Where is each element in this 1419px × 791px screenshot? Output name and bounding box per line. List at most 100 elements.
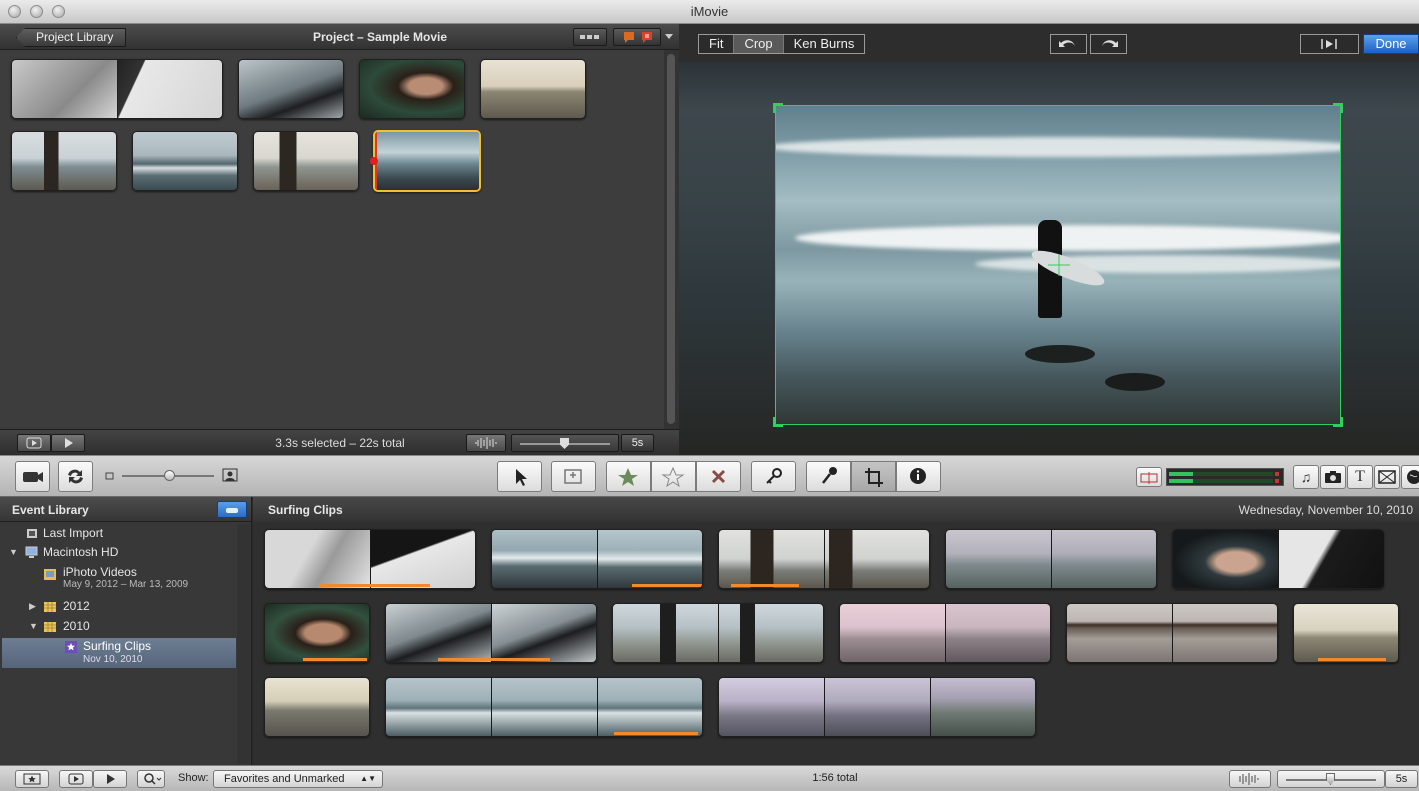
event-clip[interactable] [385, 603, 597, 663]
event-clip[interactable] [1066, 603, 1278, 663]
event-library-scrollbar[interactable] [237, 524, 250, 764]
project-clip-selected[interactable] [373, 130, 481, 192]
calendar-icon [44, 602, 56, 612]
disclosure-open-icon[interactable]: ▼ [9, 543, 18, 562]
project-scrollbar[interactable] [664, 50, 679, 430]
event-item-macintosh-hd[interactable]: ▼ Macintosh HD [0, 543, 236, 562]
keyword-button[interactable] [751, 461, 796, 492]
crop-handle-bottom-right[interactable] [1333, 417, 1343, 427]
voiceover-button[interactable] [806, 461, 851, 492]
search-button[interactable] [137, 770, 165, 788]
event-total-duration: 1:56 total [812, 772, 858, 784]
crop-handle-top-left[interactable] [773, 103, 783, 113]
zoom-window-button[interactable] [52, 5, 65, 18]
inspector-button[interactable] [896, 461, 941, 492]
event-item-last-import[interactable]: Last Import [0, 524, 236, 543]
project-library-button[interactable]: Project Library [16, 28, 127, 47]
play-fullscreen-button[interactable] [17, 434, 51, 452]
video-preview[interactable] [679, 62, 1419, 455]
disclosure-open-icon[interactable]: ▼ [29, 617, 38, 636]
event-item-2012[interactable]: ▶ 2012 [0, 597, 236, 616]
camera-import-button[interactable] [15, 461, 50, 492]
crop-tool-button[interactable] [851, 461, 896, 492]
rotate-left-button[interactable] [1050, 34, 1087, 54]
rotate-right-button[interactable] [1090, 34, 1127, 54]
event-clip[interactable] [945, 529, 1157, 589]
show-hide-drives-button[interactable] [217, 501, 247, 518]
project-clip[interactable] [11, 59, 223, 119]
project-clip[interactable] [253, 131, 359, 191]
new-event-button[interactable] [15, 770, 49, 788]
window-title: iMovie [690, 4, 729, 19]
filmstrip-view-button[interactable] [573, 28, 607, 46]
event-clip[interactable] [264, 529, 476, 589]
crop-handle-bottom-left[interactable] [773, 417, 783, 427]
event-clip[interactable] [385, 677, 703, 737]
play-event-fullscreen-button[interactable] [59, 770, 93, 788]
event-clip[interactable] [612, 603, 824, 663]
ken-burns-button[interactable]: Ken Burns [784, 35, 865, 53]
crop-button[interactable]: Crop [734, 35, 784, 53]
minimize-window-button[interactable] [30, 5, 43, 18]
show-filter-select[interactable]: Favorites and Unmarked ▲▼ [213, 770, 383, 788]
mark-favorite-button[interactable] [606, 461, 651, 492]
thumbnail-size-slider[interactable] [511, 434, 619, 452]
music-browser-button[interactable]: ♫ [1293, 465, 1319, 489]
event-clip[interactable] [491, 529, 703, 589]
titles-browser-button[interactable]: T [1347, 465, 1373, 489]
maps-browser-button[interactable] [1401, 465, 1419, 489]
event-library-title: Event Library [12, 503, 89, 517]
done-button[interactable]: Done [1363, 34, 1419, 54]
disclosure-closed-icon[interactable]: ▶ [29, 597, 36, 616]
event-clip[interactable] [718, 677, 1036, 737]
play-clip-button[interactable] [1300, 34, 1359, 54]
event-waveform-button[interactable] [1229, 770, 1271, 788]
play-event-button[interactable] [93, 770, 127, 788]
event-clip[interactable] [1293, 603, 1399, 663]
select-tool-button[interactable] [497, 461, 542, 492]
star-filled-icon [618, 468, 638, 486]
project-clip[interactable] [359, 59, 465, 119]
event-thumbnail-slider[interactable] [1277, 770, 1385, 788]
play-clip-icon [1321, 39, 1337, 49]
event-star-icon [65, 641, 77, 653]
photo-browser-button[interactable] [1320, 465, 1346, 489]
event-clip[interactable] [718, 529, 930, 589]
event-clip[interactable] [839, 603, 1051, 663]
fit-button[interactable]: Fit [699, 35, 735, 53]
key-icon [766, 468, 782, 484]
crop-rectangle[interactable] [773, 103, 1343, 427]
project-clip[interactable] [132, 131, 238, 191]
audio-waveform-button[interactable] [466, 434, 506, 452]
crop-mode-segmented: Fit Crop Ken Burns [698, 34, 866, 54]
chevron-down-icon[interactable] [664, 33, 674, 41]
close-window-button[interactable] [8, 5, 21, 18]
audio-skimming-button[interactable] [1136, 467, 1162, 487]
transitions-browser-button[interactable] [1374, 465, 1400, 489]
viewer-toolbar: Fit Crop Ken Burns Done [679, 24, 1419, 62]
event-clip[interactable] [1172, 529, 1384, 589]
play-fullscreen-icon [68, 773, 84, 785]
comment-chapter-button[interactable] [613, 28, 661, 46]
event-item-iphoto-videos[interactable]: iPhoto Videos May 9, 2012 – Mar 13, 2009 [0, 565, 236, 593]
event-clip[interactable] [264, 677, 370, 737]
event-browser: Surfing Clips Wednesday, November 10, 20… [253, 497, 1419, 765]
swap-panes-button[interactable] [58, 461, 93, 492]
transition-icon [1378, 470, 1396, 484]
event-clip[interactable] [264, 603, 370, 663]
project-clip[interactable] [11, 131, 117, 191]
zoom-slider-thumb[interactable] [164, 470, 175, 481]
event-item-surfing-clips[interactable]: Surfing Clips Nov 10, 2010 [2, 638, 236, 668]
audio-level-meter [1166, 468, 1284, 486]
info-icon [910, 468, 926, 484]
project-clip[interactable] [238, 59, 344, 119]
event-item-2010[interactable]: ▼ 2010 [0, 617, 236, 636]
playhead-marker[interactable] [370, 157, 378, 165]
rotate-right-icon [1102, 40, 1118, 47]
reject-button[interactable] [696, 461, 741, 492]
project-clip[interactable] [480, 59, 586, 119]
play-button[interactable] [51, 434, 85, 452]
unmark-button[interactable] [651, 461, 696, 492]
add-to-project-button[interactable] [551, 461, 596, 492]
crop-handle-top-right[interactable] [1333, 103, 1343, 113]
